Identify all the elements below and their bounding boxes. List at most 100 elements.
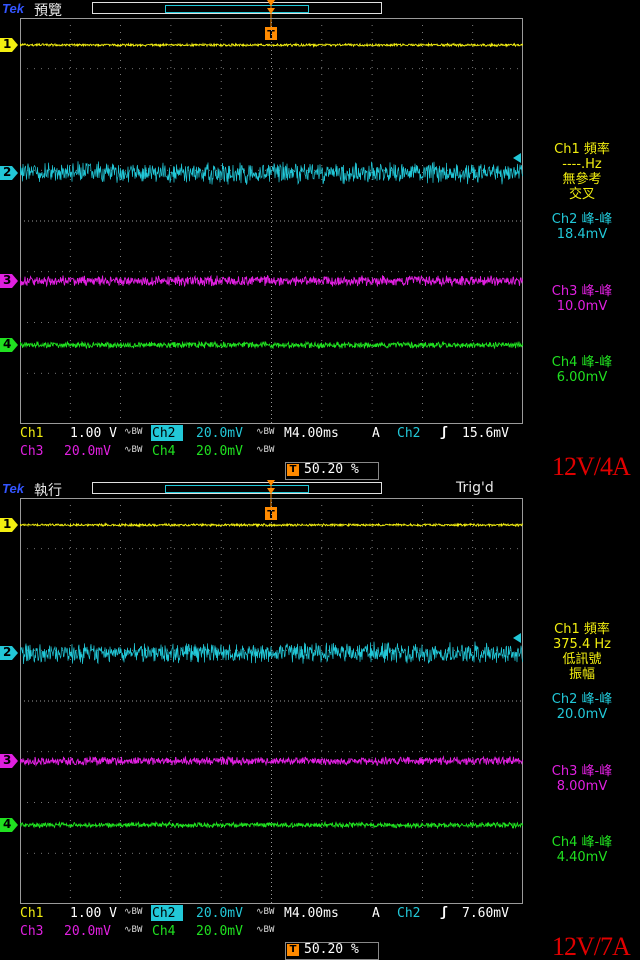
waveform-graticule bbox=[20, 18, 523, 424]
waveform-graticule bbox=[20, 498, 523, 904]
trigger-mode[interactable]: A bbox=[372, 426, 380, 441]
trigger-source[interactable]: Ch2 bbox=[397, 906, 420, 921]
ch1-marker-label: 1 bbox=[3, 37, 12, 51]
status-bar: Tek 執行 Trig'd bbox=[0, 480, 640, 499]
trigger-level-marker[interactable] bbox=[511, 148, 521, 163]
trigger-slope-icon[interactable]: ʃ bbox=[440, 905, 448, 920]
ch2-ground-marker[interactable]: 2 bbox=[0, 165, 18, 180]
timebase[interactable]: M4.00ms bbox=[284, 906, 339, 921]
ch3-label[interactable]: Ch3 bbox=[20, 924, 43, 939]
ch2-meas-value: 20.0mV bbox=[556, 707, 608, 722]
ch4-pkpk-measurement: Ch4 峰-峰 4.40mV bbox=[526, 835, 638, 865]
acquisition-mode: 執行 bbox=[34, 483, 62, 499]
trigger-mode[interactable]: A bbox=[372, 906, 380, 921]
ch2-marker-label: 2 bbox=[3, 165, 12, 179]
ch4-pkpk-measurement: Ch4 峰-峰 6.00mV bbox=[526, 355, 638, 385]
ch3-marker-label: 3 bbox=[3, 273, 12, 287]
ch1-marker-label: 1 bbox=[3, 517, 12, 531]
ch2-scale[interactable]: 20.0mV bbox=[196, 426, 243, 441]
ch4-meas-value: 6.00mV bbox=[556, 370, 608, 385]
ch2-marker-label: 2 bbox=[3, 645, 12, 659]
ch1-label[interactable]: Ch1 bbox=[20, 906, 43, 921]
ch1-label[interactable]: Ch1 bbox=[20, 426, 43, 441]
ch1-meas-value: 375.4 Hz bbox=[553, 637, 611, 652]
ch1-scale[interactable]: 1.00 V bbox=[70, 426, 117, 441]
brand-logo: Tek bbox=[2, 1, 24, 16]
ch2-pkpk-measurement: Ch2 峰-峰 20.0mV bbox=[526, 692, 638, 722]
ch1-frequency-measurement: Ch1 頻率 ----.Hz 無參考 交叉 bbox=[526, 142, 638, 202]
timebase[interactable]: M4.00ms bbox=[284, 426, 339, 441]
ch4-label[interactable]: Ch4 bbox=[152, 444, 175, 459]
trigger-level-marker[interactable] bbox=[511, 628, 521, 643]
ch2-waveform bbox=[20, 641, 523, 665]
ch3-bw-limit-icon: ∿BW bbox=[124, 925, 143, 935]
record-view-window[interactable] bbox=[165, 485, 309, 493]
ch3-scale[interactable]: 20.0mV bbox=[64, 924, 111, 939]
record-view-window[interactable] bbox=[165, 5, 309, 13]
ch1-meas-value: ----.Hz bbox=[562, 157, 602, 172]
ch3-pkpk-measurement: Ch3 峰-峰 8.00mV bbox=[526, 764, 638, 794]
ch4-bw-limit-icon: ∿BW bbox=[256, 445, 275, 455]
ch2-waveform bbox=[20, 161, 523, 186]
ch4-meas-value: 4.40mV bbox=[556, 850, 608, 865]
ch1-bw-limit-icon: ∿BW bbox=[124, 907, 143, 917]
ch2-meas-title: Ch2 峰-峰 bbox=[551, 692, 613, 707]
ch4-scale[interactable]: 20.0mV bbox=[196, 444, 243, 459]
scope-screen-bottom: Tek 執行 Trig'd T Ch1 頻率 375.4 Hz 低訊號 振幅 C… bbox=[0, 480, 640, 960]
ch2-label[interactable]: Ch2 bbox=[152, 906, 175, 921]
settings-bar: Ch1 1.00 V ∿BW Ch2 20.0mV ∿BW M4.00ms A … bbox=[0, 424, 640, 464]
ch1-meas-title: Ch1 頻率 bbox=[554, 142, 610, 157]
ch3-ground-marker[interactable]: 3 bbox=[0, 753, 18, 768]
ch3-marker-label: 3 bbox=[3, 753, 12, 767]
trigger-level[interactable]: 15.6mV bbox=[462, 426, 509, 441]
ch2-pkpk-measurement: Ch2 峰-峰 18.4mV bbox=[526, 212, 638, 242]
ch3-label[interactable]: Ch3 bbox=[20, 444, 43, 459]
acquisition-mode: 預覽 bbox=[34, 3, 62, 19]
scope-screen-top: Tek 預覽 T Ch1 頻率 ----.Hz 無參考 交叉 Ch2 峰-峰 1… bbox=[0, 0, 640, 480]
trigger-t-icon: T bbox=[287, 944, 299, 956]
ch3-meas-title: Ch3 峰-峰 bbox=[551, 764, 613, 779]
brand-logo: Tek bbox=[2, 481, 24, 496]
ch2-ground-marker[interactable]: 2 bbox=[0, 645, 18, 660]
ch4-label[interactable]: Ch4 bbox=[152, 924, 175, 939]
ch1-meas-note1: 無參考 bbox=[562, 172, 602, 187]
trigger-slope-icon[interactable]: ʃ bbox=[440, 425, 448, 440]
ch1-ground-marker[interactable]: 1 bbox=[0, 37, 18, 52]
ch2-bw-limit-icon: ∿BW bbox=[256, 907, 275, 917]
trigger-position-value: 50.20 % bbox=[304, 462, 359, 477]
grid-lines bbox=[20, 498, 523, 904]
trigger-source[interactable]: Ch2 bbox=[397, 426, 420, 441]
ch2-label[interactable]: Ch2 bbox=[152, 426, 175, 441]
ch4-ground-marker[interactable]: 4 bbox=[0, 337, 18, 352]
ch2-scale[interactable]: 20.0mV bbox=[196, 906, 243, 921]
ch4-marker-label: 4 bbox=[3, 337, 12, 351]
ch3-pkpk-measurement: Ch3 峰-峰 10.0mV bbox=[526, 284, 638, 314]
ch1-scale[interactable]: 1.00 V bbox=[70, 906, 117, 921]
ch3-bw-limit-icon: ∿BW bbox=[124, 445, 143, 455]
record-length-bar bbox=[92, 2, 382, 14]
record-length-bar bbox=[92, 482, 382, 494]
ch4-ground-marker[interactable]: 4 bbox=[0, 817, 18, 832]
ch3-waveform bbox=[20, 274, 523, 288]
status-bar: Tek 預覽 bbox=[0, 0, 640, 19]
trigger-level[interactable]: 7.60mV bbox=[462, 906, 509, 921]
ch1-ground-marker[interactable]: 1 bbox=[0, 517, 18, 532]
ch1-meas-note2: 交叉 bbox=[568, 187, 595, 202]
load-condition-annotation: 12V/7A bbox=[552, 932, 631, 960]
ch1-meas-title: Ch1 頻率 bbox=[554, 622, 610, 637]
trigger-status: Trig'd bbox=[456, 480, 494, 496]
ch3-meas-value: 8.00mV bbox=[556, 779, 608, 794]
ch3-scale[interactable]: 20.0mV bbox=[64, 444, 111, 459]
ch4-marker-label: 4 bbox=[3, 817, 12, 831]
trigger-t-icon: T bbox=[287, 464, 299, 476]
ch2-meas-value: 18.4mV bbox=[556, 227, 608, 242]
ch1-bw-limit-icon: ∿BW bbox=[124, 427, 143, 437]
ch3-meas-title: Ch3 峰-峰 bbox=[551, 284, 613, 299]
ch3-meas-value: 10.0mV bbox=[556, 299, 608, 314]
ch1-waveform bbox=[20, 522, 523, 528]
ch4-meas-title: Ch4 峰-峰 bbox=[551, 835, 613, 850]
ch3-ground-marker[interactable]: 3 bbox=[0, 273, 18, 288]
ch4-scale[interactable]: 20.0mV bbox=[196, 924, 243, 939]
trigger-position-value: 50.20 % bbox=[304, 942, 359, 957]
ch1-waveform bbox=[20, 42, 523, 49]
